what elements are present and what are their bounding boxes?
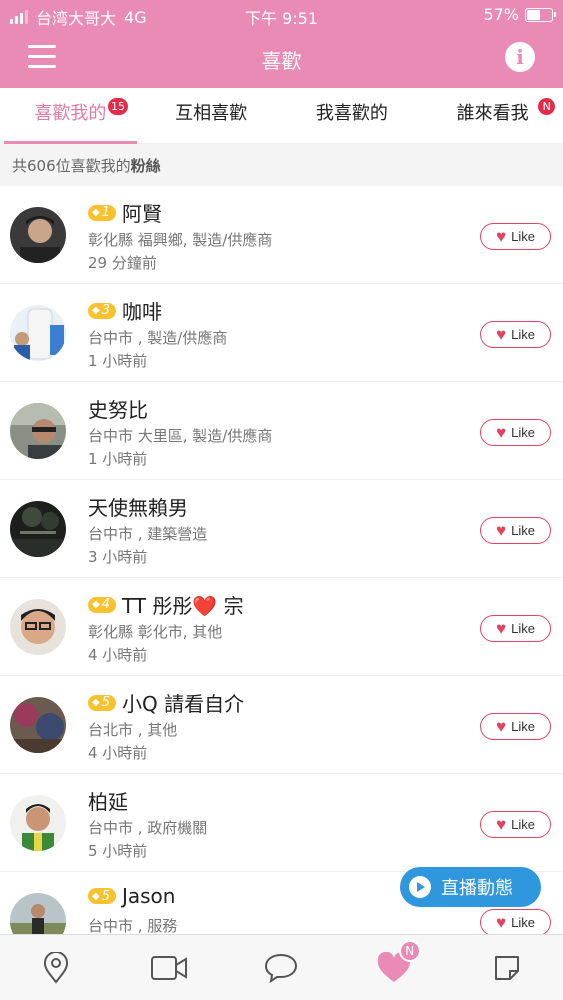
list-item[interactable]: ◆ 1 阿賢 彰化縣 福興鄉, 製造/供應商 29 分鐘前 ♥ Like — [0, 186, 563, 284]
nav-messages[interactable] — [225, 935, 338, 1000]
heart-icon: ♥ — [496, 325, 507, 344]
nav-likes[interactable]: N — [338, 935, 451, 1000]
like-button[interactable]: ♥ Like — [480, 909, 551, 936]
heart-icon: ♥ — [496, 815, 507, 834]
status-bar: 台湾大哥大 4G 下午 9:51 57% — [0, 0, 563, 30]
summary-text: 共606位喜歡我的 — [12, 157, 131, 175]
info-icon[interactable]: i — [505, 42, 535, 72]
heart-icon: ♥ — [496, 423, 507, 442]
time-ago: 29 分鐘前 — [88, 254, 157, 272]
list-item[interactable]: 天使無賴男 台中市 , 建築營造 3 小時前 ♥ Like — [0, 480, 563, 578]
like-button[interactable]: ♥ Like — [480, 713, 551, 740]
battery-percent: 57% — [483, 5, 519, 24]
user-name: Jason — [121, 884, 176, 908]
user-name: 小Q 請看自介 — [121, 692, 245, 716]
list-item[interactable]: 柏延 台中市 , 政府機關 5 小時前 ♥ Like — [0, 774, 563, 872]
page-title: 喜歡 — [261, 49, 302, 73]
user-location: 台中市 , 政府機關 — [88, 819, 208, 837]
tab-label: 誰來看我 — [456, 103, 529, 124]
diamond-icon: ◆ — [92, 599, 100, 610]
tab-mutual-likes[interactable]: 互相喜歡 — [141, 88, 282, 143]
nav-notes[interactable] — [450, 935, 563, 1000]
user-location: 台中市 大里區, 製造/供應商 — [88, 427, 273, 445]
tab-label: 我喜歡的 — [315, 103, 388, 124]
like-button[interactable]: ♥ Like — [480, 321, 551, 348]
time-ago: 5 小時前 — [88, 842, 148, 860]
live-feed-button[interactable]: 直播動態 — [400, 867, 541, 907]
clock: 下午 9:51 — [244, 9, 319, 28]
user-name: 咖啡 — [121, 300, 162, 324]
user-location: 彰化縣 彰化市, 其他 — [88, 623, 223, 641]
user-list: ◆ 1 阿賢 彰化縣 福興鄉, 製造/供應商 29 分鐘前 ♥ Like ◆ 3 咖啡… — [0, 186, 563, 970]
level-badge: ◆ 5 — [88, 694, 116, 711]
user-location: 台中市 , 建築營造 — [88, 525, 208, 543]
level-badge: ◆ 5 — [88, 888, 116, 904]
level-badge: ◆ 3 — [88, 302, 116, 319]
like-button[interactable]: ♥ Like — [480, 223, 551, 250]
user-name: 阿賢 — [121, 202, 162, 226]
like-button[interactable]: ♥ Like — [480, 419, 551, 446]
top-bar: 台湾大哥大 4G 下午 9:51 57% 喜歡 i — [0, 0, 563, 88]
diamond-icon: ◆ — [92, 890, 100, 902]
fan-count-summary: 共606位喜歡我的粉絲 — [0, 144, 563, 186]
avatar[interactable] — [10, 305, 66, 361]
diamond-icon: ◆ — [92, 305, 100, 316]
level-badge: ◆ 4 — [88, 596, 116, 613]
heart-icon: ♥ — [496, 619, 507, 638]
tab-likes-me[interactable]: 喜歡我的 15 — [0, 88, 141, 144]
user-location: 台北市 , 其他 — [88, 721, 178, 739]
user-name: 天使無賴男 — [88, 496, 188, 520]
tab-i-like[interactable]: 我喜歡的 — [282, 88, 423, 143]
live-feed-label: 直播動態 — [441, 878, 513, 899]
list-item[interactable]: 史努比 台中市 大里區, 製造/供應商 1 小時前 ♥ Like — [0, 382, 563, 480]
time-ago: 3 小時前 — [88, 548, 148, 566]
heart-icon: ♥ — [496, 521, 507, 540]
user-name: 柏延 — [88, 790, 128, 814]
tab-label: 喜歡我的 — [34, 103, 107, 124]
battery-icon — [525, 7, 556, 22]
level-badge: ◆ 1 — [88, 204, 116, 221]
location-pin-icon — [44, 951, 69, 984]
list-item[interactable]: ◆ 5 小Q 請看自介 台北市 , 其他 4 小時前 ♥ Like — [0, 676, 563, 774]
time-ago: 1 小時前 — [88, 450, 148, 468]
heart-icon: ♥ — [496, 227, 507, 246]
avatar[interactable] — [10, 207, 66, 263]
time-ago: 4 小時前 — [88, 744, 148, 762]
like-button[interactable]: ♥ Like — [480, 615, 551, 642]
avatar[interactable] — [10, 501, 66, 557]
avatar[interactable] — [10, 795, 66, 851]
list-item[interactable]: ◆ 4 TT 彤彤❤️ 宗 彰化縣 彰化市, 其他 4 小時前 ♥ Like — [0, 578, 563, 676]
user-name: TT 彤彤❤️ 宗 — [121, 594, 244, 618]
time-ago: 1 小時前 — [88, 352, 148, 370]
diamond-icon: ◆ — [92, 207, 100, 218]
video-camera-icon — [150, 955, 187, 980]
diamond-icon: ◆ — [92, 697, 100, 708]
bottom-nav: N — [0, 934, 563, 1000]
user-name: 史努比 — [88, 398, 148, 422]
user-location: 彰化縣 福興鄉, 製造/供應商 — [88, 231, 273, 249]
nav-nearby[interactable] — [0, 935, 113, 1000]
tab-badge: N — [538, 98, 556, 115]
summary-emphasis: 粉絲 — [130, 157, 161, 175]
play-icon — [409, 876, 431, 898]
tab-visitors[interactable]: 誰來看我 N — [422, 88, 563, 143]
nav-video[interactable] — [113, 935, 226, 1000]
heart-icon: ♥ — [496, 717, 507, 736]
heart-icon: ♥ — [496, 913, 507, 932]
time-ago: 4 小時前 — [88, 646, 148, 664]
list-item[interactable]: ◆ 3 咖啡 台中市 , 製造/供應商 1 小時前 ♥ Like — [0, 284, 563, 382]
chat-bubble-icon — [265, 953, 298, 983]
like-button[interactable]: ♥ Like — [480, 517, 551, 544]
nav-badge: N — [398, 940, 421, 962]
user-location: 台中市 , 服務 — [88, 917, 178, 935]
like-button[interactable]: ♥ Like — [480, 811, 551, 838]
tab-label: 互相喜歡 — [175, 103, 248, 124]
user-location: 台中市 , 製造/供應商 — [88, 329, 228, 347]
tab-badge: 15 — [108, 98, 128, 115]
tab-bar: 喜歡我的 15 互相喜歡 我喜歡的 誰來看我 N — [0, 88, 563, 144]
avatar[interactable] — [10, 599, 66, 655]
avatar[interactable] — [10, 697, 66, 753]
avatar[interactable] — [10, 403, 66, 459]
note-icon — [494, 955, 519, 980]
